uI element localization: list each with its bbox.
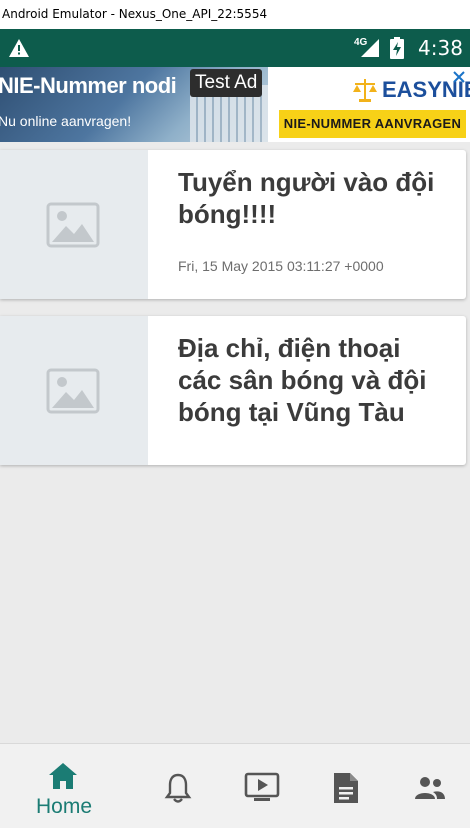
document-icon bbox=[334, 773, 358, 803]
home-icon bbox=[49, 763, 77, 789]
nav-home-label: Home bbox=[36, 795, 93, 818]
ad-close-icon[interactable] bbox=[451, 69, 467, 85]
nav-articles[interactable] bbox=[322, 744, 372, 829]
nav-notifications[interactable] bbox=[150, 744, 206, 829]
video-icon bbox=[244, 772, 280, 801]
ad-headline: NIE-Nummer nodi bbox=[0, 73, 177, 98]
post-thumbnail bbox=[0, 150, 148, 299]
scales-icon bbox=[353, 79, 377, 102]
android-status-bar: 4G 4:38 bbox=[0, 29, 470, 67]
post-date: Fri, 15 May 2015 03:11:27 +0000 bbox=[178, 258, 384, 274]
nav-members[interactable] bbox=[404, 744, 460, 829]
emulator-window-title: Android Emulator - Nexus_One_API_22:5554 bbox=[0, 0, 470, 29]
ad-subline: Nu online aanvragen! bbox=[0, 113, 132, 129]
signal-icon bbox=[361, 39, 379, 57]
nav-videos[interactable] bbox=[236, 744, 292, 829]
status-clock: 4:38 bbox=[418, 36, 463, 60]
post-thumbnail bbox=[0, 316, 148, 465]
bottom-navigation: Home bbox=[0, 743, 470, 829]
post-title[interactable]: Tuyển người vào đội bóng!!!! bbox=[178, 166, 450, 230]
image-placeholder-icon bbox=[46, 202, 100, 248]
post-card[interactable]: Địa chỉ, điện thoại các sân bóng và đội … bbox=[0, 316, 466, 465]
post-card[interactable]: Tuyển người vào đội bóng!!!! Fri, 15 May… bbox=[0, 150, 466, 299]
people-icon bbox=[415, 777, 445, 799]
battery-charging-icon bbox=[390, 37, 404, 59]
image-placeholder-icon bbox=[46, 368, 100, 414]
warning-icon bbox=[9, 39, 29, 57]
bell-icon bbox=[164, 773, 192, 803]
bottom-edge bbox=[0, 828, 470, 836]
ad-cta-button[interactable]: NIE-NUMMER AANVRAGEN bbox=[279, 110, 466, 138]
post-title[interactable]: Địa chỉ, điện thoại các sân bóng và đội … bbox=[178, 332, 450, 428]
test-ad-badge: Test Ad bbox=[190, 69, 263, 97]
nav-home[interactable]: Home bbox=[0, 744, 128, 829]
banner-ad[interactable]: NIE-Nummer nodi Nu online aanvragen! Tes… bbox=[0, 67, 470, 142]
